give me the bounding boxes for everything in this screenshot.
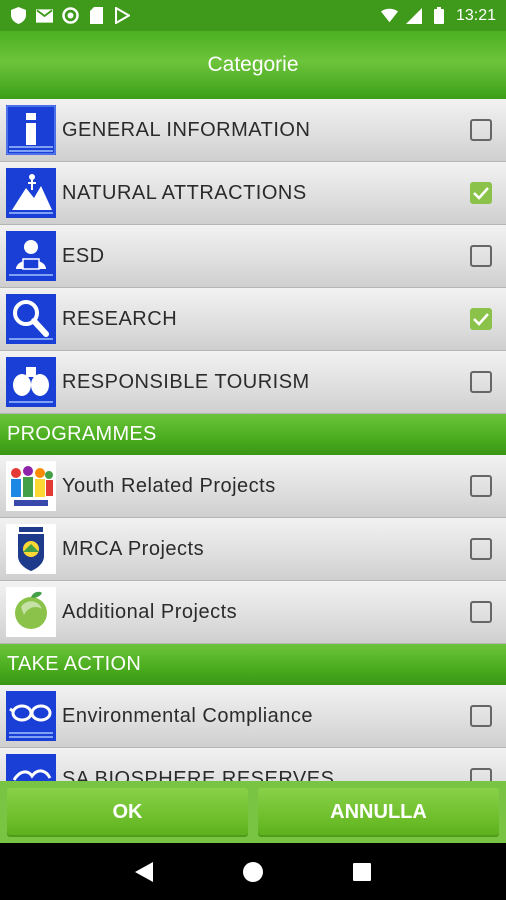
battery-icon	[431, 7, 448, 24]
section-header-label: TAKE ACTION	[7, 653, 142, 675]
list-item-label: GENERAL INFORMATION	[62, 118, 311, 141]
list-item[interactable]: RESPONSIBLE TOURISM	[0, 351, 506, 414]
list-item[interactable]: Environmental Compliance	[0, 685, 506, 748]
signal-icon	[406, 7, 423, 24]
shield-icon	[10, 7, 27, 24]
list-item[interactable]: MRCA Projects	[0, 518, 506, 581]
section-header-take-action: TAKE ACTION	[0, 644, 506, 685]
list-item-label: Additional Projects	[62, 600, 238, 623]
wifi-icon	[380, 7, 398, 24]
list-item-label: Environmental Compliance	[62, 704, 314, 727]
item-checkbox-checked[interactable]	[470, 308, 492, 330]
item-checkbox[interactable]	[470, 475, 492, 497]
list-item-label: RESEARCH	[62, 307, 178, 330]
item-checkbox[interactable]	[470, 119, 492, 141]
mountain-icon	[6, 168, 56, 218]
list-item[interactable]: ESD	[0, 225, 506, 288]
list-item-label: Youth Related Projects	[62, 474, 276, 497]
status-bar: 13:21	[0, 0, 506, 31]
section-header-programmes: PROGRAMMES	[0, 414, 506, 455]
item-checkbox[interactable]	[470, 601, 492, 623]
category-list[interactable]: GENERAL INFORMATION NATURAL ATTRACTIONS	[0, 99, 506, 781]
list-item[interactable]: RESEARCH	[0, 288, 506, 351]
item-checkbox[interactable]	[470, 245, 492, 267]
back-icon[interactable]	[132, 860, 156, 884]
list-item-label: RESPONSIBLE TOURISM	[62, 370, 310, 393]
item-checkbox-checked[interactable]	[470, 182, 492, 204]
list-item-label: MRCA Projects	[62, 537, 205, 560]
glasses-icon	[6, 691, 56, 741]
item-checkbox[interactable]	[470, 538, 492, 560]
item-checkbox[interactable]	[470, 705, 492, 727]
earth-leaf-icon	[6, 587, 56, 637]
cancel-button[interactable]: ANNULLA	[258, 788, 499, 837]
home-icon[interactable]	[241, 860, 265, 884]
page-title: Categorie	[207, 53, 299, 76]
magnifier-icon	[6, 294, 56, 344]
circle-icon	[62, 7, 79, 24]
status-right-icons: 13:21	[380, 6, 496, 25]
reader-icon	[6, 231, 56, 281]
recents-icon[interactable]	[350, 860, 374, 884]
list-item-label: SA BIOSPHERE RESERVES	[62, 767, 335, 782]
section-header-label: PROGRAMMES	[7, 423, 157, 445]
list-item[interactable]: SA BIOSPHERE RESERVES	[0, 748, 506, 781]
sd-card-icon	[88, 7, 105, 24]
list-item[interactable]: Additional Projects	[0, 581, 506, 644]
ok-button[interactable]: OK	[7, 788, 248, 837]
list-item[interactable]: NATURAL ATTRACTIONS	[0, 162, 506, 225]
list-item-label: ESD	[62, 244, 105, 267]
dialog-buttons: OK ANNULLA	[0, 781, 506, 843]
navigation-bar	[0, 843, 506, 900]
status-time: 13:21	[455, 6, 496, 24]
list-item[interactable]: Youth Related Projects	[0, 455, 506, 518]
biosphere-icon	[6, 754, 56, 781]
play-store-icon	[114, 7, 131, 24]
list-item-label: NATURAL ATTRACTIONS	[62, 181, 307, 204]
gmail-icon	[36, 7, 53, 24]
item-checkbox[interactable]	[470, 371, 492, 393]
binoculars-icon	[6, 357, 56, 407]
mrca-logo-icon	[6, 524, 56, 574]
item-checkbox[interactable]	[470, 768, 492, 781]
dialog-title-bar: Categorie	[0, 31, 506, 99]
list-item[interactable]: GENERAL INFORMATION	[0, 99, 506, 162]
info-icon	[6, 105, 56, 155]
youth-logo-icon	[6, 461, 56, 511]
status-left-icons	[10, 7, 131, 24]
